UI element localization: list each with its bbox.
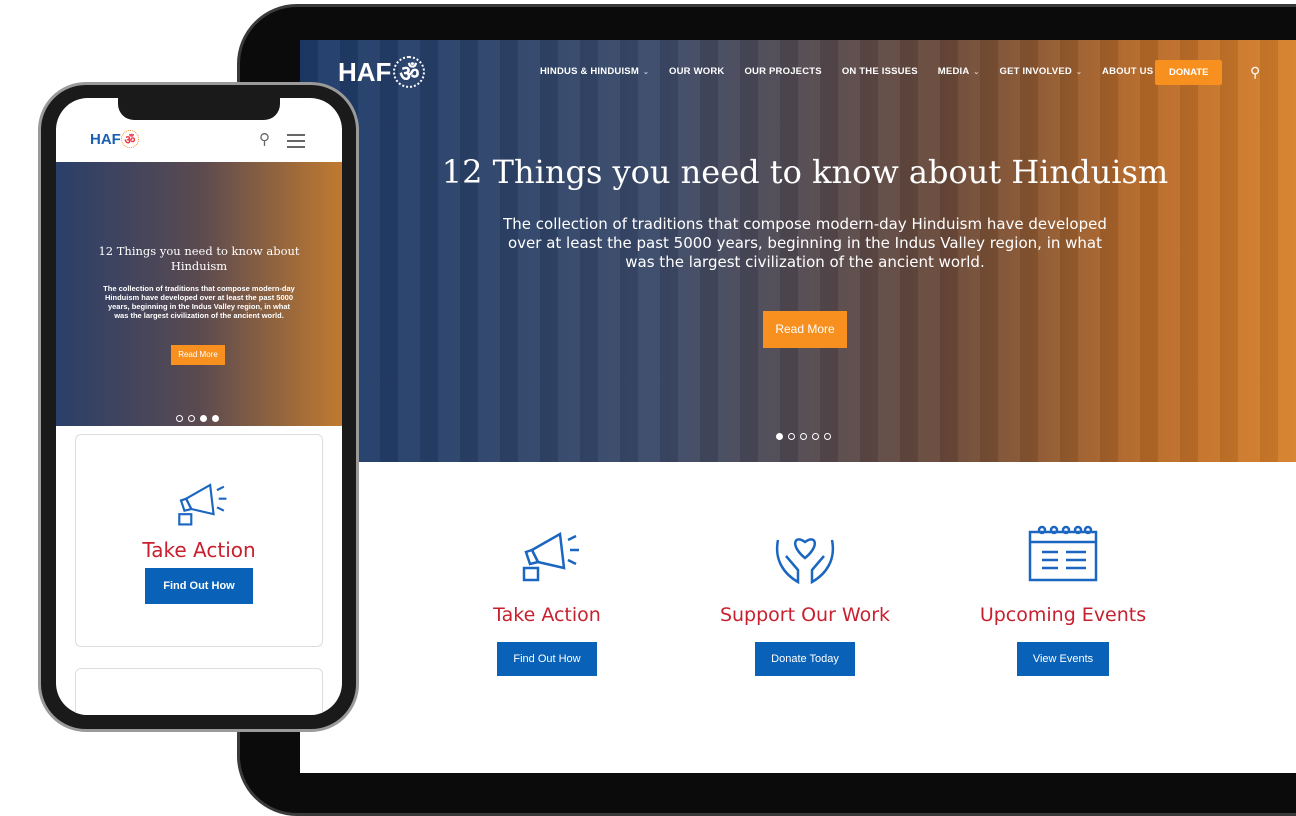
hero-title: 12 Things you need to know about Hinduis… xyxy=(441,153,1169,191)
mobile-logo[interactable]: HAF ॐ xyxy=(90,130,139,148)
hamburger-menu-icon[interactable] xyxy=(287,134,305,148)
search-icon[interactable]: ⚲ xyxy=(1250,64,1260,81)
hero-text: The collection of traditions that compos… xyxy=(503,215,1107,271)
chevron-down-icon: ⌄ xyxy=(1075,69,1083,76)
chevron-down-icon: ⌄ xyxy=(973,69,980,76)
heart-hands-icon xyxy=(775,538,835,585)
search-icon[interactable]: ⚲ xyxy=(259,130,270,148)
card-take-action: Take Action Find Out How xyxy=(427,520,667,676)
chevron-down-icon: ⌄ xyxy=(642,69,650,76)
find-out-how-button[interactable]: Find Out How xyxy=(497,642,597,676)
card-title: Take Action xyxy=(493,604,601,626)
slide-dot[interactable] xyxy=(176,415,183,422)
tablet-screen: HAF ॐ HINDUS & HINDUISM ⌄ OUR WORK OUR PRO… xyxy=(300,40,1296,773)
om-sun-icon: ॐ xyxy=(393,56,426,88)
slide-dot[interactable] xyxy=(188,415,195,422)
slide-dot[interactable] xyxy=(812,433,819,440)
nav-our-work[interactable]: OUR WORK xyxy=(669,66,724,77)
card-title: Take Action xyxy=(142,538,256,562)
slide-dot[interactable] xyxy=(788,433,795,440)
site-logo[interactable]: HAF ॐ xyxy=(338,56,426,88)
card-upcoming-events: Upcoming Events View Events xyxy=(943,520,1183,676)
om-sun-icon: ॐ xyxy=(120,130,139,148)
card-title: Support Our Work xyxy=(719,604,891,626)
slide-dot[interactable] xyxy=(824,433,831,440)
donate-today-button[interactable]: Donate Today xyxy=(755,642,855,676)
card-title: Upcoming Events xyxy=(979,604,1147,626)
phone-notch xyxy=(118,98,280,120)
find-out-how-button[interactable]: Find Out How xyxy=(145,568,253,604)
slide-dot[interactable] xyxy=(800,433,807,440)
mobile-hero-slider: 12 Things you need to know about Hinduis… xyxy=(56,162,342,426)
calendar-icon xyxy=(1028,525,1098,582)
slide-dot[interactable] xyxy=(200,415,207,422)
mobile-card-take-action: Take Action Find Out How xyxy=(75,434,323,647)
megaphone-icon xyxy=(522,531,579,582)
slider-dots xyxy=(776,433,831,440)
megaphone-icon xyxy=(178,483,227,526)
slide-dot[interactable] xyxy=(212,415,219,422)
nav-get-involved[interactable]: GET INVOLVED ⌄ xyxy=(1000,66,1083,77)
view-events-button[interactable]: View Events xyxy=(1016,642,1110,676)
mobile-read-more-button[interactable]: Read More xyxy=(171,345,225,365)
slide-dot[interactable] xyxy=(776,433,783,440)
nav-our-projects[interactable]: OUR PROJECTS xyxy=(744,66,821,77)
mobile-slider-dots xyxy=(176,415,219,422)
nav-hindus-hinduism[interactable]: HINDUS & HINDUISM ⌄ xyxy=(540,66,649,77)
nav-on-the-issues[interactable]: ON THE ISSUES xyxy=(842,66,918,77)
mobile-hero-text: The collection of traditions that compos… xyxy=(103,284,295,320)
read-more-button[interactable]: Read More xyxy=(763,311,847,348)
mobile-hero-title: 12 Things you need to know about Hinduis… xyxy=(98,244,300,273)
nav-media[interactable]: MEDIA ⌄ xyxy=(938,66,980,77)
card-support-our-work: Support Our Work Donate Today xyxy=(685,520,925,676)
mobile-card xyxy=(75,668,323,715)
donate-button[interactable]: DONATE xyxy=(1155,60,1223,85)
main-nav: HINDUS & HINDUISM ⌄ OUR WORK OUR PROJECTS… xyxy=(540,66,1163,77)
